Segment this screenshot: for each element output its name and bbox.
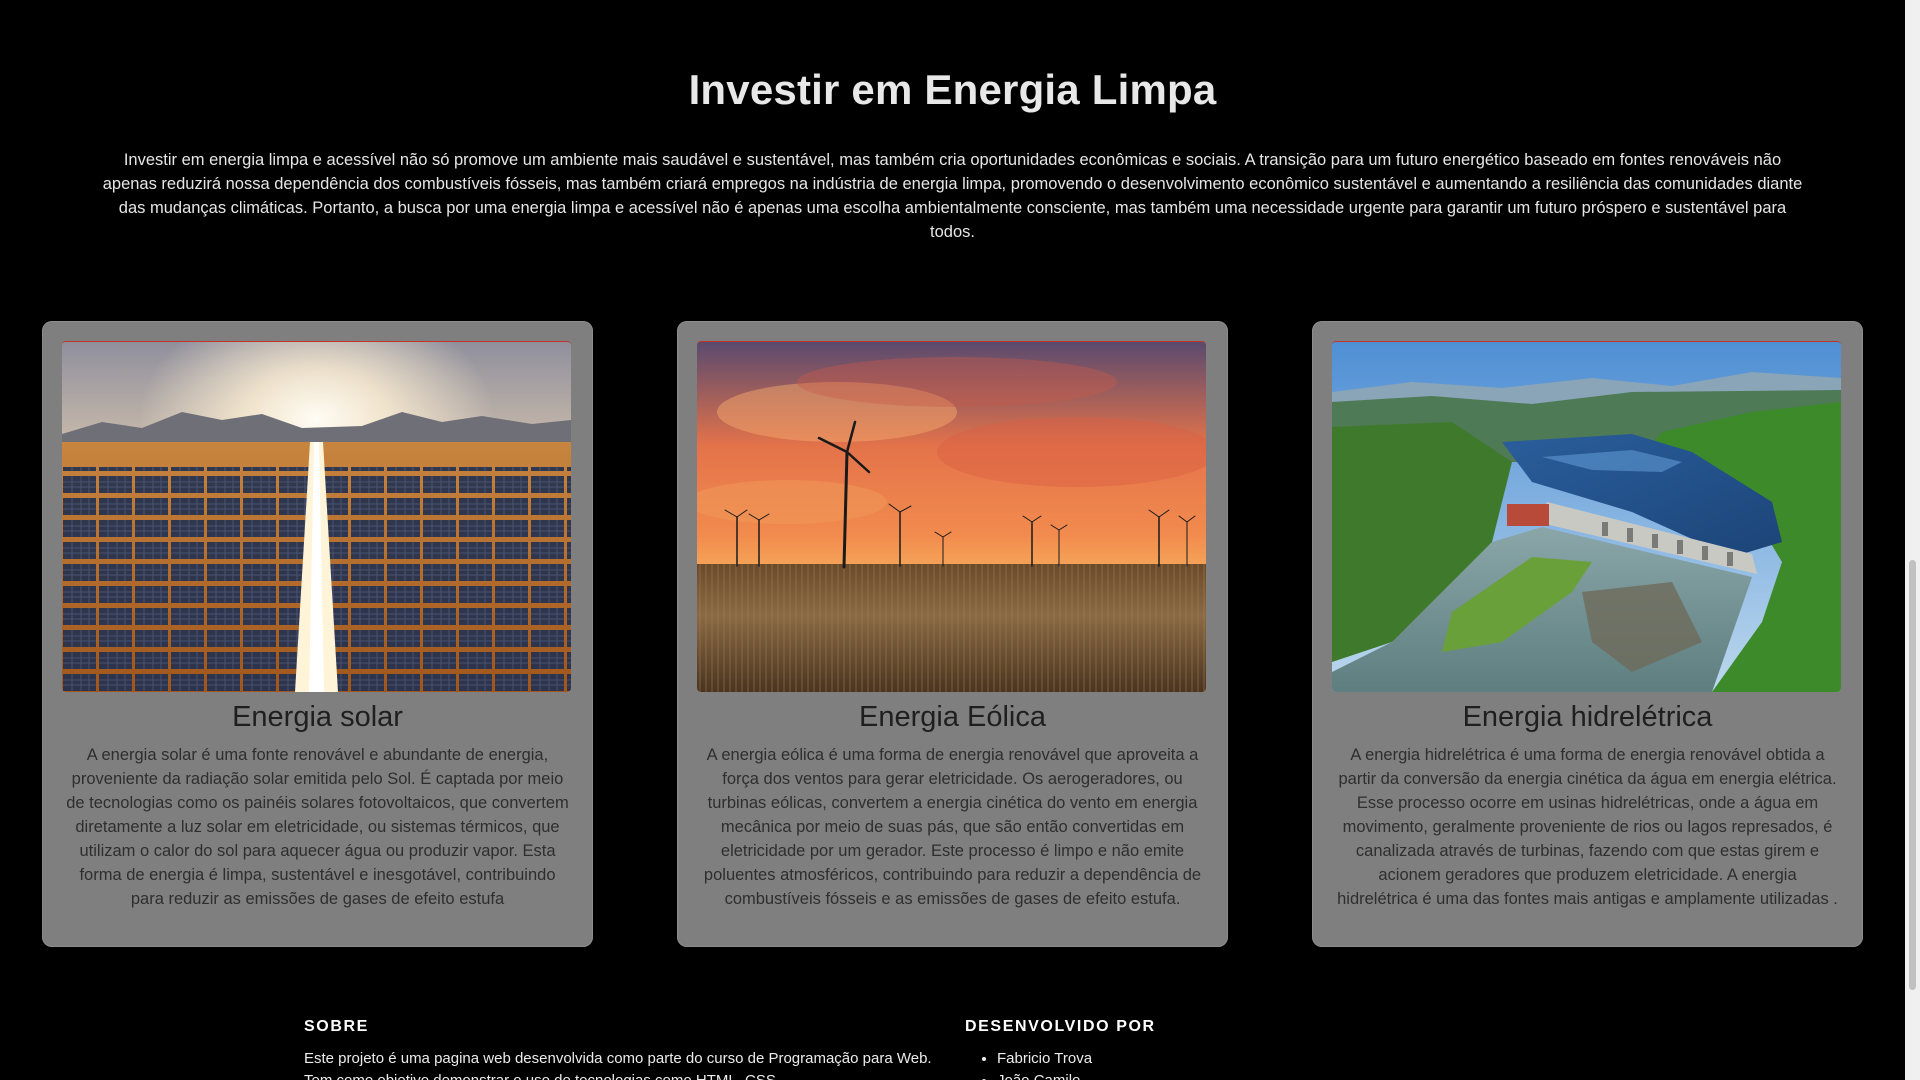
scrollbar-thumb[interactable] [1909, 560, 1916, 990]
developer-item: João Camilo [997, 1070, 1365, 1080]
card-title: Energia Eólica [859, 701, 1046, 733]
footer-developers: DESENVOLVIDO POR Fabricio Trova João Cam… [965, 1018, 1365, 1080]
card-wind: Energia Eólica A energia eólica é uma fo… [677, 321, 1228, 947]
solar-farm-image [62, 341, 571, 692]
card-description: A energia solar é uma fonte renovável e … [66, 746, 569, 908]
page: Investir em Energia Limpa Investir em en… [0, 0, 1920, 1080]
card-solar: Energia solar A energia solar é uma font… [42, 321, 593, 947]
footer-about-heading: SOBRE [304, 1018, 369, 1035]
intro-paragraph: Investir em energia limpa e acessível nã… [102, 151, 1803, 241]
developer-item: Fabricio Trova [997, 1048, 1365, 1070]
card-title: Energia hidrelétrica [1462, 701, 1713, 733]
footer-developers-heading: DESENVOLVIDO POR [965, 1018, 1156, 1035]
footer: SOBRE Este projeto é uma pagina web dese… [0, 1010, 1905, 1080]
hydroelectric-dam-image [1332, 341, 1841, 692]
vertical-scrollbar[interactable] [1905, 0, 1920, 1080]
footer-about: SOBRE Este projeto é uma pagina web dese… [304, 1018, 944, 1080]
footer-about-text: Este projeto é uma pagina web desenvolvi… [304, 1050, 932, 1080]
card-title: Energia solar [232, 701, 403, 733]
card-description: A energia hidrelétrica é uma forma de en… [1337, 746, 1838, 908]
card-hydro: Energia hidrelétrica A energia hidrelétr… [1312, 321, 1863, 947]
wind-turbines-image [697, 341, 1206, 692]
page-title: Investir em Energia Limpa [688, 66, 1217, 113]
developer-list: Fabricio Trova João Camilo [965, 1048, 1365, 1080]
card-description: A energia eólica é uma forma de energia … [703, 746, 1202, 908]
